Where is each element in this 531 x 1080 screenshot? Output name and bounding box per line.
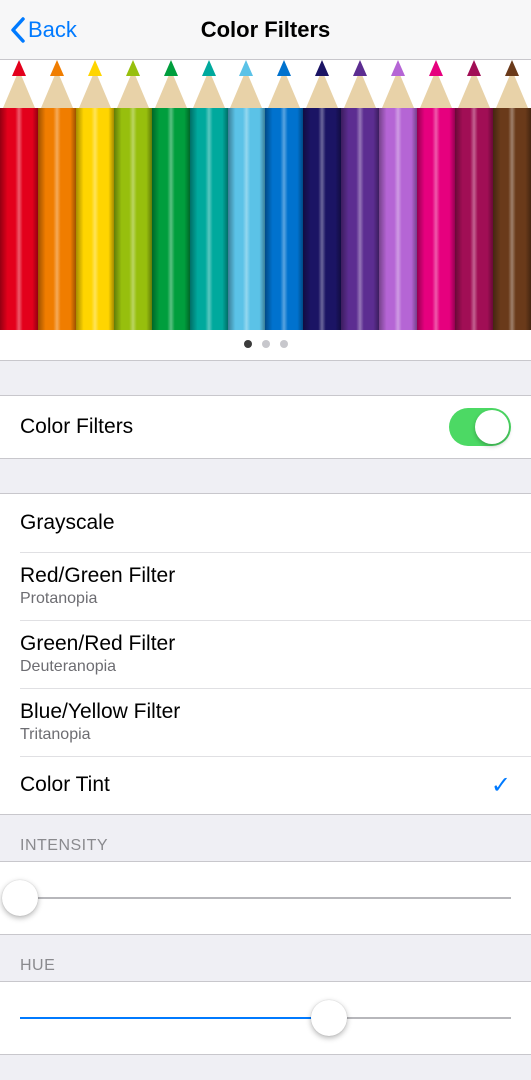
pencil-shaft — [455, 108, 493, 330]
pencil-tip — [379, 60, 417, 108]
pencil — [379, 60, 417, 330]
pencil-shaft — [190, 108, 228, 330]
back-button[interactable]: Back — [0, 17, 77, 43]
chevron-left-icon — [10, 17, 26, 43]
pencil — [493, 60, 531, 330]
pencil-tip — [417, 60, 455, 108]
pencil-tip — [76, 60, 114, 108]
pencil — [0, 60, 38, 330]
pencil — [303, 60, 341, 330]
intensity-thumb[interactable] — [2, 880, 38, 916]
filter-title: Grayscale — [20, 511, 511, 535]
toggle-label: Color Filters — [20, 415, 449, 439]
page-indicator[interactable] — [0, 330, 531, 360]
pencil — [190, 60, 228, 330]
pencil-shaft — [303, 108, 341, 330]
pencil-tip — [190, 60, 228, 108]
pencil-tip — [455, 60, 493, 108]
pencil-tip — [303, 60, 341, 108]
toggle-group: Color Filters — [0, 395, 531, 459]
filter-row[interactable]: Red/Green Filter Protanopia — [0, 552, 531, 620]
pencil-tip — [114, 60, 152, 108]
pencil-tip — [0, 60, 38, 108]
filter-row[interactable]: Green/Red Filter Deuteranopia — [0, 620, 531, 688]
pencil — [417, 60, 455, 330]
pencil — [228, 60, 266, 330]
pencil-tip — [493, 60, 531, 108]
nav-bar: Back Color Filters — [0, 0, 531, 60]
pencil-shaft — [228, 108, 266, 330]
filter-row[interactable]: Blue/Yellow Filter Tritanopia — [0, 688, 531, 756]
pencil-tip — [228, 60, 266, 108]
pencil — [455, 60, 493, 330]
filter-subtitle: Tritanopia — [20, 726, 511, 744]
hue-slider-container — [0, 981, 531, 1055]
filter-title: Blue/Yellow Filter — [20, 700, 511, 724]
pencil-tip — [152, 60, 190, 108]
pager-dot[interactable] — [262, 340, 270, 348]
filter-subtitle: Protanopia — [20, 590, 511, 608]
checkmark-icon: ✓ — [491, 771, 511, 800]
pencil-shaft — [417, 108, 455, 330]
pencil-shaft — [379, 108, 417, 330]
intensity-header: INTENSITY — [0, 815, 531, 861]
pencil-shaft — [76, 108, 114, 330]
back-label: Back — [28, 17, 77, 43]
filter-row[interactable]: Grayscale — [0, 494, 531, 552]
filter-title: Green/Red Filter — [20, 632, 511, 656]
filter-row[interactable]: Color Tint✓ — [0, 756, 531, 814]
pencil-tip — [38, 60, 76, 108]
pencil-shaft — [265, 108, 303, 330]
intensity-slider-container — [0, 861, 531, 935]
pencil — [341, 60, 379, 330]
pencil-tip — [341, 60, 379, 108]
hue-slider[interactable] — [20, 1000, 511, 1036]
intensity-slider[interactable] — [20, 880, 511, 916]
pager-dot[interactable] — [280, 340, 288, 348]
pager-dot[interactable] — [244, 340, 252, 348]
filter-subtitle: Deuteranopia — [20, 658, 511, 676]
pencil — [265, 60, 303, 330]
filter-title: Red/Green Filter — [20, 564, 511, 588]
pencil-shaft — [38, 108, 76, 330]
pencils-illustration — [0, 60, 531, 330]
color-filters-switch[interactable] — [449, 408, 511, 446]
pencil — [152, 60, 190, 330]
pencil — [38, 60, 76, 330]
pencil-shaft — [0, 108, 38, 330]
pencil — [114, 60, 152, 330]
filter-list: Grayscale Red/Green Filter Protanopia Green… — [0, 493, 531, 815]
preview-pane[interactable] — [0, 60, 531, 361]
pencil-shaft — [341, 108, 379, 330]
page-title: Color Filters — [0, 17, 531, 43]
hue-thumb[interactable] — [311, 1000, 347, 1036]
pencil — [76, 60, 114, 330]
filter-title: Color Tint — [20, 773, 491, 797]
hue-header: HUE — [0, 935, 531, 981]
pencil-tip — [265, 60, 303, 108]
color-filters-toggle-row[interactable]: Color Filters — [0, 396, 531, 458]
pencil-shaft — [152, 108, 190, 330]
pencil-shaft — [493, 108, 531, 330]
pencil-shaft — [114, 108, 152, 330]
